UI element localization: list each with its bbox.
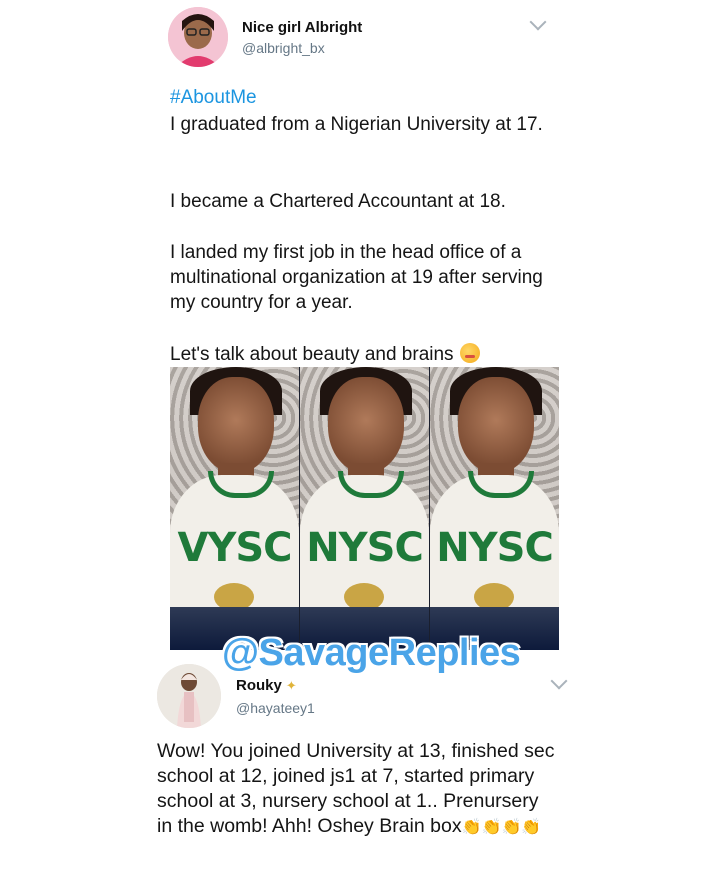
user-handle[interactable]: @albright_bx [242,40,325,56]
tweet-paragraph: I became a Chartered Accountant at 18. [170,191,506,212]
display-name[interactable]: Nice girl Albright [242,19,362,36]
user-handle[interactable]: @hayateey1 [236,700,315,716]
photo-panel: VYSC [170,367,299,650]
shirt-label: NYSC [436,525,554,571]
tweet-paragraph: I landed my first job in the head office… [170,242,543,313]
shirt-label: VYSC [177,525,292,571]
photo-panel: NYSC [430,367,559,650]
sparkle-icon: ✦ [285,678,297,693]
hashtag-link[interactable]: #AboutMe [170,87,257,109]
avatar[interactable] [157,664,221,728]
chevron-down-icon[interactable] [550,672,568,690]
photo-panel: NYSC [300,367,429,650]
profile-photo [168,7,228,67]
tweet-photo[interactable]: VYSC NYSC NYSC [170,367,559,650]
avatar[interactable] [168,7,228,67]
watermark: @SavageReplies [222,632,521,674]
tweet-paragraph: I graduated from a Nigerian University a… [170,114,543,135]
display-name: Rouky [236,677,282,694]
chevron-down-icon[interactable] [529,13,547,31]
tweet-paragraph-text: Let's talk about beauty and brains [170,344,454,365]
tweet-paragraph-last: Let's talk about beauty and brains [170,342,560,367]
profile-photo [157,664,221,728]
reply-text: Wow! You joined University at 13, finish… [157,739,557,840]
display-name-row[interactable]: Rouky ✦ [236,677,297,694]
clapping-icons: 👏👏👏👏 [461,819,542,836]
smiling-face-icon [459,343,480,363]
shirt-label: NYSC [306,525,424,571]
